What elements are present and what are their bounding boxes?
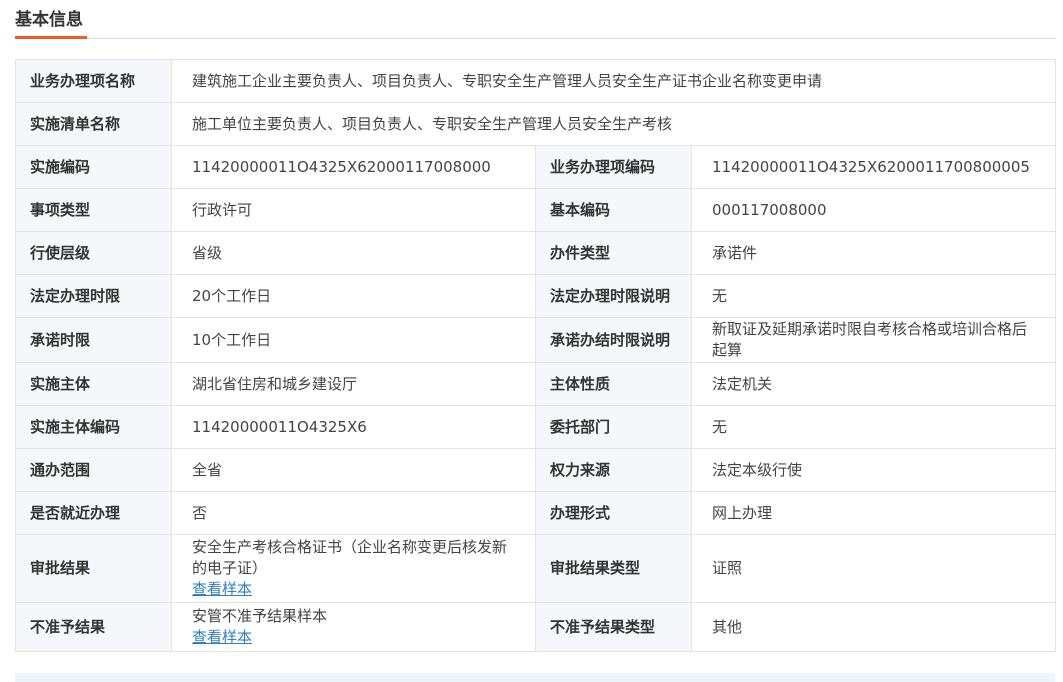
field-label: 通办范围 <box>15 448 172 492</box>
field-value: 安管不准予结果样本 <box>192 607 328 625</box>
field-value: 承诺件 <box>691 231 1056 275</box>
field-label: 承诺办结时限说明 <box>535 317 692 363</box>
table-row: 审批结果 安全生产考核合格证书（企业名称变更后核发新的电子证） 查看样本 审批结… <box>15 534 1056 603</box>
field-label: 审批结果类型 <box>535 534 692 603</box>
field-value: 建筑施工企业主要负责人、项目负责人、专职安全生产管理人员安全生产证书企业名称变更… <box>171 59 1056 103</box>
field-value: 其他 <box>691 602 1056 652</box>
field-value: 省级 <box>171 231 536 275</box>
field-value: 20个工作日 <box>171 274 536 318</box>
field-label: 办理形式 <box>535 491 692 535</box>
field-label: 是否就近办理 <box>15 491 172 535</box>
field-value: 11420000011O4325X6 <box>171 405 536 449</box>
table-row: 事项类型 行政许可 基本编码 000117008000 <box>15 188 1056 232</box>
field-label: 实施主体 <box>15 362 172 406</box>
field-value: 000117008000 <box>691 188 1056 232</box>
field-label: 事项类型 <box>15 188 172 232</box>
field-value: 安全生产考核合格证书（企业名称变更后核发新的电子证） <box>192 538 508 577</box>
field-label: 办件类型 <box>535 231 692 275</box>
table-row: 是否就近办理 否 办理形式 网上办理 <box>15 491 1056 535</box>
field-value: 10个工作日 <box>171 317 536 363</box>
field-label: 实施清单名称 <box>15 102 172 146</box>
table-row: 不准予结果 安管不准予结果样本 查看样本 不准予结果类型 其他 <box>15 602 1056 652</box>
field-label: 法定办理时限 <box>15 274 172 318</box>
field-label: 基本编码 <box>535 188 692 232</box>
field-value: 证照 <box>691 534 1056 603</box>
view-sample-link[interactable]: 查看样本 <box>192 580 252 598</box>
field-value: 全省 <box>171 448 536 492</box>
field-label: 实施主体编码 <box>15 405 172 449</box>
field-label: 实施编码 <box>15 145 172 189</box>
field-label: 审批结果 <box>15 534 172 603</box>
next-section-bar <box>15 673 1055 682</box>
table-row: 承诺时限 10个工作日 承诺办结时限说明 新取证及延期承诺时限自考核合格或培训合… <box>15 317 1056 363</box>
field-value: 法定本级行使 <box>691 448 1056 492</box>
field-label: 承诺时限 <box>15 317 172 363</box>
field-value: 无 <box>691 274 1056 318</box>
field-value: 法定机关 <box>691 362 1056 406</box>
field-value-cell: 安管不准予结果样本 查看样本 <box>171 602 536 652</box>
field-value: 11420000011O4325X6200011700800005 <box>691 145 1056 189</box>
field-label: 权力来源 <box>535 448 692 492</box>
field-label: 业务办理项编码 <box>535 145 692 189</box>
table-row: 法定办理时限 20个工作日 法定办理时限说明 无 <box>15 274 1056 318</box>
table-row: 通办范围 全省 权力来源 法定本级行使 <box>15 448 1056 492</box>
table-row: 业务办理项名称 建筑施工企业主要负责人、项目负责人、专职安全生产管理人员安全生产… <box>15 59 1056 103</box>
field-value: 网上办理 <box>691 491 1056 535</box>
field-value: 行政许可 <box>171 188 536 232</box>
field-label: 法定办理时限说明 <box>535 274 692 318</box>
field-label: 不准予结果 <box>15 602 172 652</box>
table-row: 实施主体编码 11420000011O4325X6 委托部门 无 <box>15 405 1056 449</box>
table-row: 实施主体 湖北省住房和城乡建设厅 主体性质 法定机关 <box>15 362 1056 406</box>
section-title: 基本信息 <box>15 10 83 30</box>
table-row: 实施编码 11420000011O4325X62000117008000 业务办… <box>15 145 1056 189</box>
field-value: 施工单位主要负责人、项目负责人、专职安全生产管理人员安全生产考核 <box>171 102 1056 146</box>
field-label: 业务办理项名称 <box>15 59 172 103</box>
section-title-underline <box>15 36 87 39</box>
table-row: 行使层级 省级 办件类型 承诺件 <box>15 231 1056 275</box>
section-header: 基本信息 <box>15 0 1055 39</box>
table-row: 实施清单名称 施工单位主要负责人、项目负责人、专职安全生产管理人员安全生产考核 <box>15 102 1056 146</box>
field-label: 委托部门 <box>535 405 692 449</box>
field-label: 行使层级 <box>15 231 172 275</box>
field-label: 不准予结果类型 <box>535 602 692 652</box>
view-sample-link[interactable]: 查看样本 <box>192 628 252 646</box>
field-value: 11420000011O4325X62000117008000 <box>171 145 536 189</box>
field-value: 无 <box>691 405 1056 449</box>
field-label: 主体性质 <box>535 362 692 406</box>
field-value: 湖北省住房和城乡建设厅 <box>171 362 536 406</box>
basic-info-table: 业务办理项名称 建筑施工企业主要负责人、项目负责人、专职安全生产管理人员安全生产… <box>15 59 1056 652</box>
field-value: 新取证及延期承诺时限自考核合格或培训合格后起算 <box>691 317 1056 363</box>
field-value-cell: 安全生产考核合格证书（企业名称变更后核发新的电子证） 查看样本 <box>171 534 536 603</box>
field-value: 否 <box>171 491 536 535</box>
